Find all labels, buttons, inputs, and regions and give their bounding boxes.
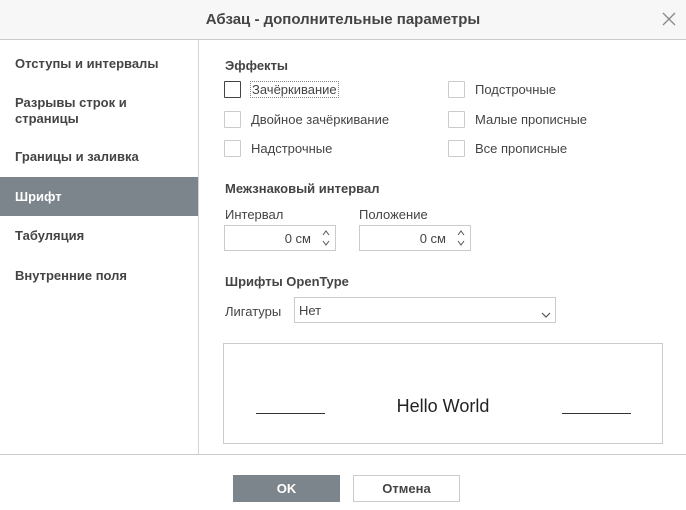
subscript-checkbox[interactable]: Подстрочные [448,81,556,98]
spinner-arrows-icon[interactable] [456,228,466,248]
position-spinner[interactable]: 0 см [359,225,471,251]
close-icon[interactable] [660,10,678,28]
interval-label: Интервал [225,207,284,222]
strikethrough-checkbox[interactable]: Зачёркивание [224,81,339,98]
interval-value[interactable]: 0 см [285,231,311,246]
effects-title: Эффекты [225,58,289,73]
checkbox-label: Все прописные [475,141,568,156]
checkbox-label: Подстрочные [475,82,557,97]
settings-sidebar: Отступы и интервалы Разрывы строк и стра… [0,40,199,454]
sidebar-item-borders[interactable]: Границы и заливка [0,149,198,165]
font-preview-box: Hello World [223,343,663,444]
font-settings-panel: Эффекты Зачёркивание Двойное зачёркивани… [200,40,686,454]
character-spacing-title: Межзнаковый интервал [225,181,380,196]
checkbox-label: Зачёркивание [250,81,339,98]
dialog-titlebar: Абзац - дополнительные параметры [0,0,686,40]
opentype-title: Шрифты OpenType [225,274,349,289]
preview-right-line [562,413,631,414]
ok-button[interactable]: OK [233,475,340,502]
checkbox-label: Надстрочные [251,141,333,156]
checkbox-label: Малые прописные [475,112,588,127]
sidebar-item-tabs[interactable]: Табуляция [0,228,198,244]
ligatures-label: Лигатуры [225,304,282,319]
checkbox-box[interactable] [224,111,241,128]
sidebar-item-indents[interactable]: Отступы и интервалы [0,56,198,72]
spinner-arrows-icon[interactable] [321,228,331,248]
dialog-title: Абзац - дополнительные параметры [205,11,481,28]
paragraph-settings-dialog: Абзац - дополнительные параметры Отступы… [0,0,686,510]
sidebar-item-font[interactable]: Шрифт [0,177,198,216]
small-caps-checkbox[interactable]: Малые прописные [448,111,587,128]
checkbox-box[interactable] [448,111,465,128]
checkbox-box[interactable] [448,140,465,157]
all-caps-checkbox[interactable]: Все прописные [448,140,567,157]
sidebar-item-inner-margins[interactable]: Внутренние поля [0,268,198,284]
checkbox-box[interactable] [224,81,241,98]
interval-spinner[interactable]: 0 см [224,225,336,251]
checkbox-label: Двойное зачёркивание [251,112,390,127]
sidebar-item-line-page-breaks[interactable]: Разрывы строк и страницы [0,95,150,127]
superscript-checkbox[interactable]: Надстрочные [224,140,332,157]
checkbox-box[interactable] [224,140,241,157]
position-value[interactable]: 0 см [420,231,446,246]
dialog-footer: OK Отмена [0,454,686,510]
cancel-button[interactable]: Отмена [353,475,460,502]
ligatures-select[interactable]: Нет [294,297,556,323]
checkbox-box[interactable] [448,81,465,98]
position-label: Положение [359,207,428,222]
double-strikethrough-checkbox[interactable]: Двойное зачёркивание [224,111,389,128]
ligatures-value: Нет [299,303,322,318]
chevron-down-icon[interactable] [541,307,551,318]
